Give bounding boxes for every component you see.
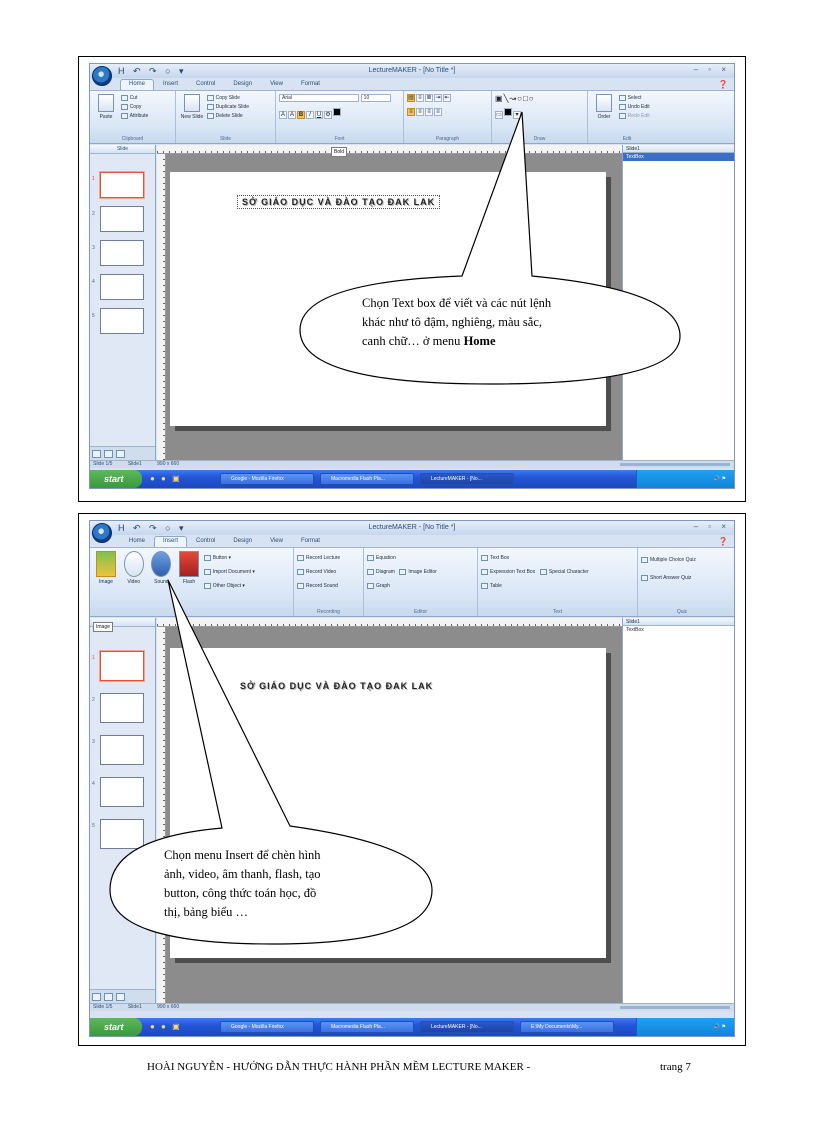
page-number: trang 7 — [660, 1061, 691, 1073]
system-tray: 🔊 ⚑ — [636, 1018, 734, 1036]
taskbar-flash-player[interactable]: Macromedia Flash Pla... — [320, 1021, 414, 1033]
taskbar-lecturemaker[interactable]: LectureMAKER - [No... — [420, 1021, 514, 1033]
callout-line: ảnh, video, âm thanh, flash, tạo — [164, 867, 321, 881]
status-slide-index: Slide 1/5 — [93, 1004, 113, 1010]
callout-line: thị, bảng biểu … — [164, 905, 249, 919]
callout-line: Chọn menu Insert để chèn hình — [164, 848, 321, 862]
footer-title: HOÀI NGUYỄN - HƯỚNG DẪN THỰC HÀNH PHẦN M… — [147, 1061, 531, 1073]
callout-line: canh chữ… ở menu Home — [362, 334, 496, 348]
quick-launch-icons[interactable]: ● ● ▣ — [150, 1022, 182, 1031]
callout-bubble-insert — [109, 579, 433, 945]
taskbar-my-documents[interactable]: E:\My Documents\My... — [520, 1021, 614, 1033]
callout-line: khác như tô đậm, nghiêng, màu sắc, — [362, 315, 542, 329]
start-button[interactable]: start — [90, 1018, 142, 1036]
callout-emphasis: Home — [463, 334, 496, 348]
status-bar: Slide 1/5 Slide1 990 x 660 — [90, 1003, 734, 1011]
windows-taskbar: start ● ● ▣ Google - Mozilla Firefox Mac… — [90, 1018, 734, 1036]
callout-line: button, công thức toán học, đồ — [164, 886, 317, 900]
zoom-slider[interactable] — [620, 1006, 730, 1009]
callout-line: Chọn Text box để viết và các nút lệnh — [362, 296, 552, 310]
status-slide-name: Slide1 — [127, 1004, 142, 1010]
callout-text-insert: Chọn menu Insert để chèn hình ảnh, video… — [164, 846, 321, 922]
callout-text-home: Chọn Text box để viết và các nút lệnh kh… — [362, 294, 551, 351]
taskbar-firefox[interactable]: Google - Mozilla Firefox — [220, 1021, 314, 1033]
status-size: 990 x 660 — [157, 1004, 180, 1010]
